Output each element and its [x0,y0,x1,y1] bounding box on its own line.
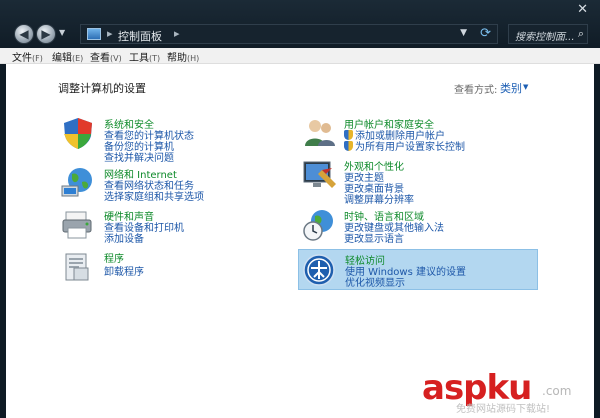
users-icon[interactable] [302,116,338,150]
page-title: 调整计算机的设置 [58,82,146,95]
control-panel-content: 调整计算机的设置 查看方式: 类别 ▼ 系统和安全 查看您的计算机状态 备份您的… [6,64,594,418]
forward-button[interactable]: ▶ [36,24,56,44]
search-box[interactable]: 搜索控制面... ⌕ [508,24,588,44]
category-ease-of-access[interactable]: 轻松访问 使用 Windows 建议的设置 优化视频显示 [298,249,538,290]
link-screen-resolution[interactable]: 调整屏幕分辨率 [344,191,414,206]
control-panel-icon [87,28,101,40]
window-titlebar: ✕ ◀ ▶ ▼ ▸ 控制面板 ▸ ▼ ⟳ 搜索控制面... ⌕ [0,0,600,48]
menu-help[interactable]: 帮助(H) [167,49,199,64]
menu-bar: 文件(F) 编辑(E) 查看(V) 工具(T) 帮助(H) [0,48,600,64]
back-button[interactable]: ◀ [14,24,34,44]
category-appearance: 外观和个性化 更改主题 更改桌面背景 调整屏幕分辨率 [302,158,542,206]
link-add-device[interactable]: 添加设备 [104,230,144,245]
watermark-subtitle: 免费网站源码下载站! [456,404,551,415]
network-globe-icon[interactable] [60,166,96,200]
watermark: aspku .com 免费网站源码下载站! [422,368,592,415]
link-parental-controls[interactable]: 为所有用户设置家长控制 [344,138,465,153]
category-user-accounts: 用户帐户和家庭安全 添加或删除用户帐户 为所有用户设置家长控制 [302,116,542,156]
category-network-internet: 网络和 Internet 查看网络状态和任务 选择家庭组和共享选项 [60,166,260,206]
link-homegroup-sharing[interactable]: 选择家庭组和共享选项 [104,188,204,203]
category-programs: 程序 卸载程序 [60,250,260,290]
view-by-label: 查看方式: [454,85,498,96]
link-optimize-display[interactable]: 优化视频显示 [345,274,405,289]
link-display-language[interactable]: 更改显示语言 [344,230,404,245]
address-bar[interactable]: ▸ 控制面板 ▸ ▼ ⟳ [80,24,498,44]
watermark-domain: .com [542,384,572,398]
category-hardware-sound: 硬件和声音 查看设备和打印机 添加设备 [60,208,260,248]
category-clock-language: 时钟、语言和区域 更改键盘或其他输入法 更改显示语言 [302,208,542,248]
ease-of-access-icon[interactable] [302,253,338,287]
link-troubleshoot[interactable]: 查找并解决问题 [104,149,174,164]
refresh-icon[interactable]: ⟳ [480,26,491,41]
category-system-security: 系统和安全 查看您的计算机状态 备份您的计算机 查找并解决问题 [60,116,260,164]
breadcrumb-control-panel[interactable]: 控制面板 [118,28,162,44]
search-icon[interactable]: ⌕ [578,27,584,41]
breadcrumb-separator[interactable]: ▸ [107,27,113,40]
shield-icon[interactable] [60,116,96,150]
printer-icon[interactable] [60,208,96,242]
chevron-down-icon[interactable]: ▼ [523,83,528,91]
menu-edit[interactable]: 编辑(E) [52,49,83,64]
appearance-icon[interactable] [302,158,338,192]
breadcrumb-separator[interactable]: ▸ [174,27,180,40]
link-uninstall-program[interactable]: 卸载程序 [104,263,144,278]
close-window-button[interactable]: ✕ [577,2,588,17]
view-by-dropdown[interactable]: 类别 [500,80,522,96]
menu-tools[interactable]: 工具(T) [129,49,160,64]
search-input[interactable]: 搜索控制面... [515,28,575,43]
recent-pages-dropdown[interactable]: ▼ [59,28,65,37]
programs-icon[interactable] [60,250,96,284]
clock-globe-icon[interactable] [302,208,338,242]
menu-file[interactable]: 文件(F) [12,49,43,64]
address-dropdown[interactable]: ▼ [460,28,467,38]
menu-view[interactable]: 查看(V) [90,49,122,64]
uac-shield-icon [344,141,353,151]
